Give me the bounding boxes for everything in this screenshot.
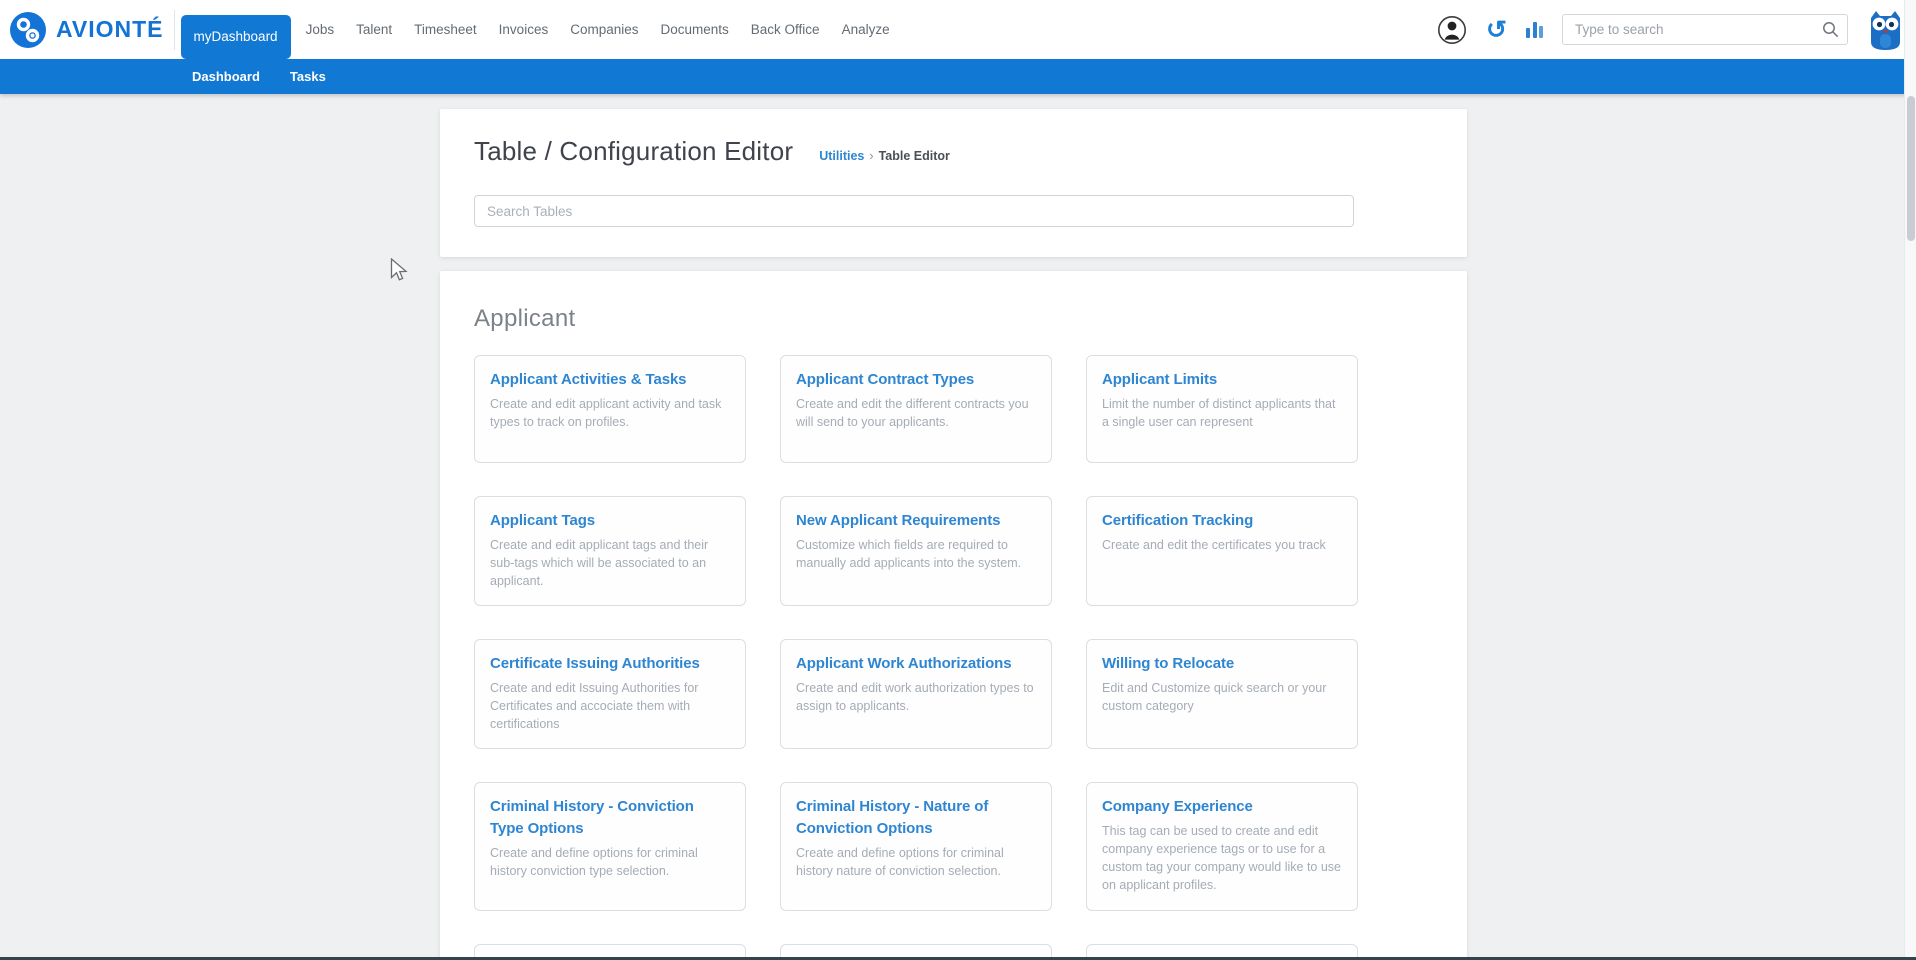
divider xyxy=(173,9,175,50)
scrollbar-thumb[interactable] xyxy=(1907,96,1915,241)
breadcrumb-current: Table Editor xyxy=(878,149,950,163)
user-avatar-icon[interactable] xyxy=(1437,15,1467,45)
nav-tab-talent[interactable]: Talent xyxy=(345,22,403,37)
search-icon[interactable] xyxy=(1822,21,1839,43)
card-title: Applicant Work Authorizations xyxy=(796,655,1012,673)
card-new-applicant-requirements[interactable]: New Applicant Requirements Customize whi… xyxy=(780,496,1052,607)
brand-name: AVIONTÉ xyxy=(56,16,164,42)
card-applicant-work-authorizations[interactable]: Applicant Work Authorizations Create and… xyxy=(780,639,1052,750)
nav-tab-analyze[interactable]: Analyze xyxy=(831,22,901,37)
card-certificate-issuing-authorities[interactable]: Certificate Issuing Authorities Create a… xyxy=(474,639,746,750)
breadcrumb-utilities-link[interactable]: Utilities xyxy=(819,149,864,163)
card-description: Limit the number of distinct applicants … xyxy=(1102,396,1336,429)
card-description: Create and edit the certificates you tra… xyxy=(1102,537,1326,552)
global-search xyxy=(1562,14,1848,45)
global-search-input[interactable] xyxy=(1562,14,1848,45)
card-applicant-limits[interactable]: Applicant Limits Limit the number of dis… xyxy=(1086,355,1358,463)
card-title: Certification Tracking xyxy=(1102,512,1254,529)
breadcrumb: Utilities › Table Editor xyxy=(819,149,950,163)
nav-tab-companies[interactable]: Companies xyxy=(559,22,649,37)
card-title: New Applicant Requirements xyxy=(796,512,1001,529)
nav-tab-invoices[interactable]: Invoices xyxy=(488,22,560,37)
main-navigation: myDashboard Jobs Talent Timesheet Invoic… xyxy=(180,0,901,59)
card-title: Company Experience xyxy=(1102,798,1253,816)
card-description: Create and define options for criminal h… xyxy=(490,845,698,878)
sub-navbar: Dashboard Tasks xyxy=(0,59,1916,94)
search-tables-input[interactable] xyxy=(474,195,1354,227)
config-cards-grid: Applicant Activities & Tasks Create and … xyxy=(474,355,1433,960)
card-description: This tag can be used to create and edit … xyxy=(1102,824,1342,893)
nav-tab-jobs[interactable]: Jobs xyxy=(295,22,346,37)
breadcrumb-separator: › xyxy=(869,149,874,163)
owl-assistant-icon[interactable] xyxy=(1867,8,1904,52)
subnav-item-tasks[interactable]: Tasks xyxy=(290,69,326,84)
table-editor-header-panel: Table / Configuration Editor Utilities ›… xyxy=(440,109,1467,257)
applicant-section-panel: Applicant Applicant Activities & Tasks C… xyxy=(440,271,1467,960)
card-description: Create and define options for criminal h… xyxy=(796,845,1004,878)
card-title: Applicant Limits xyxy=(1102,371,1218,388)
card-title: Willing to Relocate xyxy=(1102,655,1235,673)
card-description: Create and edit applicant tags and their… xyxy=(490,537,709,588)
topbar-actions: ↺ xyxy=(1437,8,1916,52)
avionte-logo-icon xyxy=(10,11,46,48)
brand-logo[interactable]: AVIONTÉ xyxy=(9,11,164,49)
card-description: Create and edit the different contracts … xyxy=(796,396,1029,429)
card-title: Applicant Contract Types xyxy=(796,371,975,388)
scrollbar-track[interactable] xyxy=(1904,0,1916,960)
subnav-item-dashboard[interactable]: Dashboard xyxy=(192,69,260,84)
card-certification-tracking[interactable]: Certification Tracking Create and edit t… xyxy=(1086,496,1358,607)
card-company-experience[interactable]: Company Experience This tag can be used … xyxy=(1086,782,1358,911)
card-description: Customize which fields are required to m… xyxy=(796,537,1022,570)
card-title: Applicant Activities & Tasks xyxy=(490,371,687,388)
card-criminal-history-nature-of-conviction[interactable]: Criminal History - Nature of Conviction … xyxy=(780,782,1052,911)
card-description: Edit and Customize quick search or your … xyxy=(1102,680,1327,713)
nav-tab-backoffice[interactable]: Back Office xyxy=(740,22,831,37)
card-applicant-tags[interactable]: Applicant Tags Create and edit applicant… xyxy=(474,496,746,607)
card-title: Applicant Tags xyxy=(490,512,595,529)
nav-tab-mydashboard[interactable]: myDashboard xyxy=(180,14,291,59)
app-window: AVIONTÉ myDashboard Jobs Talent Timeshee… xyxy=(0,0,1916,960)
card-title: Criminal History - Nature of Conviction … xyxy=(796,798,989,837)
card-applicant-contract-types[interactable]: Applicant Contract Types Create and edit… xyxy=(780,355,1052,463)
nav-tab-documents[interactable]: Documents xyxy=(650,22,740,37)
bar-chart-icon[interactable] xyxy=(1526,21,1543,38)
card-description: Create and edit work authorization types… xyxy=(796,680,1034,713)
mouse-cursor xyxy=(390,258,408,281)
card-description: Create and edit applicant activity and t… xyxy=(490,396,722,429)
card-applicant-activities-tasks[interactable]: Applicant Activities & Tasks Create and … xyxy=(474,355,746,463)
card-title: Certificate Issuing Authorities xyxy=(490,655,700,673)
card-willing-to-relocate[interactable]: Willing to Relocate Edit and Customize q… xyxy=(1086,639,1358,750)
nav-tab-timesheet[interactable]: Timesheet xyxy=(403,22,488,37)
page-title: Table / Configuration Editor xyxy=(474,136,794,166)
card-description: Create and edit Issuing Authorities for … xyxy=(490,680,699,732)
card-criminal-history-conviction-type[interactable]: Criminal History - Conviction Type Optio… xyxy=(474,782,746,911)
refresh-icon[interactable]: ↺ xyxy=(1486,17,1507,42)
main-content: Table / Configuration Editor Utilities ›… xyxy=(440,109,1467,960)
card-title: Criminal History - Conviction Type Optio… xyxy=(490,798,694,837)
top-navbar: AVIONTÉ myDashboard Jobs Talent Timeshee… xyxy=(0,0,1916,59)
section-heading-applicant: Applicant xyxy=(474,305,576,332)
